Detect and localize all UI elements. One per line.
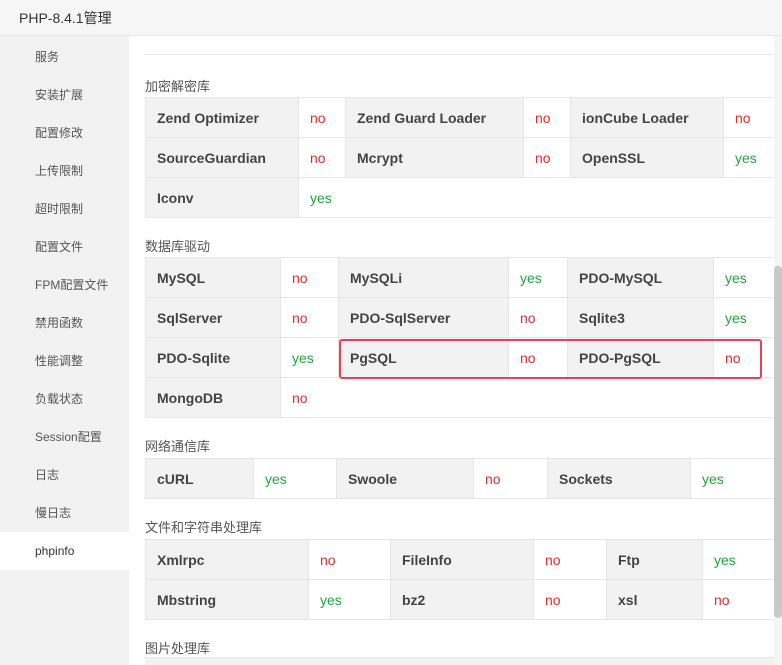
ext-status: no — [280, 257, 339, 298]
table-row: Iconv yes — [145, 177, 782, 218]
ext-name: Iconv — [145, 177, 299, 218]
ext-name: bz2 — [390, 579, 534, 620]
sidebar-item-phpinfo[interactable]: phpinfo — [0, 532, 129, 570]
previous-table-bottom — [145, 36, 782, 55]
ext-name: PDO-Sqlite — [145, 337, 281, 378]
sidebar-item-fpm-config-file[interactable]: FPM配置文件 — [0, 266, 129, 304]
table-row: Mbstring yes bz2 no xsl no — [145, 579, 782, 620]
ext-status: yes — [702, 539, 782, 580]
sidebar-item-config-edit[interactable]: 配置修改 — [0, 114, 129, 152]
ext-status: yes — [508, 257, 568, 298]
ext-status: yes — [253, 458, 337, 499]
phpinfo-panel: 加密解密库 Zend Optimizer no Zend Guard Loade… — [129, 36, 782, 665]
ext-name: cURL — [145, 458, 254, 499]
window-title: PHP-8.4.1管理 — [19, 10, 112, 26]
ext-name: Mcrypt — [345, 137, 524, 178]
strings-table: Xmlrpc no FileInfo no Ftp yes Mbstring y… — [145, 539, 782, 620]
sidebar-item-config-file[interactable]: 配置文件 — [0, 228, 129, 266]
ext-name: Sqlite3 — [567, 297, 714, 338]
ext-status: yes — [280, 337, 339, 378]
ext-name: MySQLi — [338, 257, 509, 298]
sidebar-item-upload-limit[interactable]: 上传限制 — [0, 152, 129, 190]
sidebar-item-performance-tuning[interactable]: 性能调整 — [0, 342, 129, 380]
ext-status: yes — [308, 579, 391, 620]
ext-name: Ftp — [606, 539, 703, 580]
ext-status: no — [533, 579, 607, 620]
table-row: MySQL no MySQLi yes PDO-MySQL yes — [145, 257, 782, 298]
ext-name: SqlServer — [145, 297, 281, 338]
ext-status: no — [533, 539, 607, 580]
ext-name: MySQL — [145, 257, 281, 298]
ext-status: no — [280, 377, 782, 418]
ext-status: no — [298, 137, 346, 178]
ext-name: Swoole — [336, 458, 474, 499]
sidebar: 服务 安装扩展 配置修改 上传限制 超时限制 配置文件 FPM配置文件 禁用函数… — [0, 36, 129, 665]
ext-name: PDO-MySQL — [567, 257, 714, 298]
encryption-table: Zend Optimizer no Zend Guard Loader no i… — [145, 97, 782, 218]
table-row: Zend Optimizer no Zend Guard Loader no i… — [145, 97, 782, 138]
table-row: Xmlrpc no FileInfo no Ftp yes — [145, 539, 782, 580]
ext-status: no — [508, 297, 568, 338]
ext-name: Mbstring — [145, 579, 309, 620]
sidebar-item-service[interactable]: 服务 — [0, 38, 129, 76]
vertical-scrollbar[interactable] — [774, 36, 782, 665]
ext-name: OpenSSL — [570, 137, 724, 178]
ext-status: no — [298, 97, 346, 138]
network-table: cURL yes Swoole no Sockets yes — [145, 458, 782, 499]
table-row: SourceGuardian no Mcrypt no OpenSSL yes — [145, 137, 782, 178]
sidebar-item-timeout-limit[interactable]: 超时限制 — [0, 190, 129, 228]
ext-name: Sockets — [547, 458, 691, 499]
scrollbar-thumb[interactable] — [774, 266, 782, 618]
ext-status: no — [523, 137, 571, 178]
image-table-top — [145, 657, 782, 665]
ext-status: no — [702, 579, 782, 620]
section-title-strings: 文件和字符串处理库 — [145, 520, 263, 535]
ext-status: yes — [713, 297, 782, 338]
ext-status: no — [280, 297, 339, 338]
ext-status: no — [473, 458, 548, 499]
sidebar-item-log[interactable]: 日志 — [0, 456, 129, 494]
table-row: SqlServer no PDO-SqlServer no Sqlite3 ye… — [145, 297, 782, 338]
sidebar-item-install-extensions[interactable]: 安装扩展 — [0, 76, 129, 114]
ext-name: SourceGuardian — [145, 137, 299, 178]
table-row: MongoDB no — [145, 377, 782, 418]
sidebar-item-load-status[interactable]: 负载状态 — [0, 380, 129, 418]
ext-name: FileInfo — [390, 539, 534, 580]
table-row: cURL yes Swoole no Sockets yes — [145, 458, 782, 499]
section-title-encryption: 加密解密库 — [145, 79, 211, 94]
section-title-database: 数据库驱动 — [145, 239, 211, 254]
ext-name: xsl — [606, 579, 703, 620]
section-title-image: 图片处理库 — [145, 641, 211, 656]
database-table: MySQL no MySQLi yes PDO-MySQL yes SqlSer… — [145, 257, 782, 418]
ext-name: Zend Optimizer — [145, 97, 299, 138]
ext-status: yes — [690, 458, 782, 499]
section-title-network: 网络通信库 — [145, 439, 211, 454]
ext-name: PDO-SqlServer — [338, 297, 509, 338]
ext-status: yes — [713, 257, 782, 298]
ext-name: Zend Guard Loader — [345, 97, 524, 138]
sidebar-item-disabled-functions[interactable]: 禁用函数 — [0, 304, 129, 342]
ext-name: MongoDB — [145, 377, 281, 418]
pgsql-highlight-box — [339, 339, 762, 379]
window-titlebar: PHP-8.4.1管理 — [0, 0, 782, 36]
ext-status: no — [308, 539, 391, 580]
ext-status: no — [523, 97, 571, 138]
sidebar-item-session-config[interactable]: Session配置 — [0, 418, 129, 456]
ext-name: Xmlrpc — [145, 539, 309, 580]
ext-name: ionCube Loader — [570, 97, 724, 138]
ext-status: yes — [298, 177, 782, 218]
sidebar-item-slow-log[interactable]: 慢日志 — [0, 494, 129, 532]
